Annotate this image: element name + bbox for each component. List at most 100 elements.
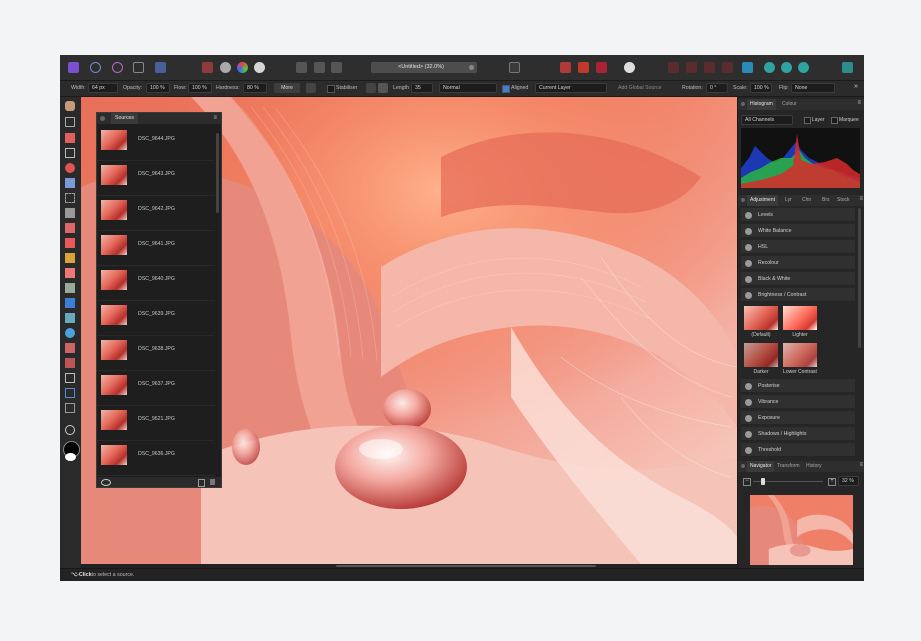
marquee-checkbox[interactable] bbox=[831, 117, 838, 124]
source-item[interactable]: DSC_9639.JPG bbox=[97, 301, 215, 336]
healing-brush-tool-icon[interactable] bbox=[65, 313, 75, 323]
hsl-icon[interactable] bbox=[254, 62, 265, 73]
marquee-tool-icon[interactable] bbox=[65, 193, 75, 203]
zoom-out-icon[interactable]: − bbox=[743, 478, 751, 486]
preset-lighter[interactable] bbox=[783, 306, 817, 330]
delete-source-icon[interactable] bbox=[210, 479, 215, 485]
selection-subtract-icon[interactable] bbox=[314, 62, 325, 73]
boolean-subtract-icon[interactable] bbox=[781, 62, 792, 73]
flood-select-tool-icon[interactable] bbox=[65, 178, 75, 188]
node-tool-icon[interactable] bbox=[65, 358, 75, 368]
adjustment-threshold[interactable]: Threshold bbox=[741, 443, 855, 457]
color-picker-tool-icon[interactable] bbox=[65, 133, 75, 143]
panel-close-icon[interactable] bbox=[741, 198, 745, 202]
sources-tab[interactable]: Sources bbox=[111, 113, 139, 124]
hardness-field[interactable]: 80 % bbox=[243, 83, 267, 93]
move-tool-icon[interactable] bbox=[65, 117, 75, 127]
add-global-source-button[interactable]: Add Global Source bbox=[618, 84, 662, 93]
arrange-backward-icon[interactable] bbox=[686, 62, 697, 73]
sources-scrollbar[interactable] bbox=[216, 133, 219, 213]
crop-tool-icon[interactable] bbox=[65, 148, 75, 158]
user-icon[interactable] bbox=[842, 62, 853, 73]
source-item[interactable]: DSC_9636.JPG bbox=[97, 441, 215, 476]
tab-histogram[interactable]: Histogram bbox=[747, 99, 776, 110]
adjustment-brightness-contrast[interactable]: Brightness / Contrast bbox=[741, 288, 855, 302]
width-field[interactable]: 64 px bbox=[88, 83, 118, 93]
preset-default[interactable] bbox=[744, 306, 778, 330]
develop-persona-icon[interactable] bbox=[112, 62, 123, 73]
window-mode-icon[interactable] bbox=[378, 83, 388, 93]
chat-icon[interactable] bbox=[624, 62, 635, 73]
smudge-tool-icon[interactable] bbox=[65, 283, 75, 293]
mesh-warp-tool-icon[interactable] bbox=[65, 403, 75, 413]
photo-persona-icon[interactable] bbox=[68, 62, 79, 73]
tab-chn[interactable]: Chn bbox=[802, 195, 811, 206]
source-layer-select[interactable]: Current Layer bbox=[535, 83, 607, 93]
source-item[interactable]: DSC_9638.JPG bbox=[97, 336, 215, 371]
view-tool-icon[interactable] bbox=[65, 101, 75, 111]
color-wheel-icon[interactable] bbox=[220, 62, 231, 73]
source-item[interactable]: DSC_9643.JPG bbox=[97, 161, 215, 196]
tab-brs[interactable]: Brs bbox=[822, 195, 830, 206]
mask-icon[interactable] bbox=[202, 62, 213, 73]
more-button[interactable]: More bbox=[274, 83, 300, 93]
source-item[interactable]: DSC_9644.JPG bbox=[97, 126, 215, 161]
adjustment-black-white[interactable]: Black & White bbox=[741, 272, 855, 286]
arrange-front-icon[interactable] bbox=[722, 62, 733, 73]
text-tool-icon[interactable] bbox=[65, 388, 75, 398]
scale-field[interactable]: 100 % bbox=[750, 83, 772, 93]
adjustment-posterise[interactable]: Posterise bbox=[741, 379, 855, 393]
source-item[interactable]: DSC_9637.JPG bbox=[97, 371, 215, 406]
rope-mode-icon[interactable] bbox=[366, 83, 376, 93]
document-title-field[interactable]: <Untitled> (32.0%) bbox=[371, 62, 477, 73]
paint-brush-tool-icon[interactable] bbox=[65, 223, 75, 233]
rgb-icon[interactable] bbox=[237, 62, 248, 73]
tab-adjustment[interactable]: Adjustment bbox=[747, 195, 779, 206]
tab-transform[interactable]: Transform bbox=[777, 461, 800, 472]
selection-mode-icon[interactable] bbox=[296, 62, 307, 73]
zoom-in-icon[interactable]: + bbox=[828, 478, 836, 486]
add-source-icon[interactable] bbox=[198, 479, 205, 487]
tab-navigator[interactable]: Navigator bbox=[747, 461, 775, 472]
opacity-field[interactable]: 100 % bbox=[146, 83, 170, 93]
eye-icon[interactable] bbox=[101, 479, 111, 486]
adjustment-levels[interactable]: Levels bbox=[741, 208, 855, 222]
panel-close-icon[interactable] bbox=[741, 102, 745, 106]
aligned-checkbox[interactable] bbox=[502, 85, 510, 93]
flow-field[interactable]: 100 % bbox=[188, 83, 212, 93]
adjustment-shadows-highlights[interactable]: Shadows / Highlights bbox=[741, 427, 855, 441]
stabiliser-checkbox[interactable] bbox=[327, 85, 335, 93]
close-icon[interactable] bbox=[469, 65, 474, 70]
source-item[interactable]: DSC_9641.JPG bbox=[97, 231, 215, 266]
blend-mode-select[interactable]: Normal bbox=[439, 83, 497, 93]
source-item[interactable]: DSC_9640.JPG bbox=[97, 266, 215, 301]
zoom-slider-thumb[interactable] bbox=[761, 478, 765, 485]
source-item[interactable]: DSC_9642.JPG bbox=[97, 196, 215, 231]
panel-menu-icon[interactable]: ≡ bbox=[213, 115, 217, 121]
erase-brush-tool-icon[interactable] bbox=[65, 238, 75, 248]
align-icon[interactable] bbox=[742, 62, 753, 73]
tab-history[interactable]: History bbox=[806, 461, 822, 472]
tab-stock[interactable]: Stock bbox=[837, 195, 850, 206]
liquify-persona-icon[interactable] bbox=[90, 62, 101, 73]
channel-select[interactable]: All Channels bbox=[741, 115, 793, 125]
rotation-field[interactable]: 0 ° bbox=[706, 83, 728, 93]
secondary-color-swatch[interactable] bbox=[65, 453, 76, 461]
adjustment-vibrance[interactable]: Vibrance bbox=[741, 395, 855, 409]
adjustment-hsl[interactable]: HSL bbox=[741, 240, 855, 254]
panel-menu-icon[interactable]: ≡ bbox=[859, 462, 863, 468]
red-eye-tool-icon[interactable] bbox=[65, 328, 75, 338]
zoom-field[interactable]: 32 % bbox=[838, 476, 859, 486]
source-item[interactable]: DSC_9621.JPG bbox=[97, 406, 215, 441]
panel-menu-icon[interactable]: ≡ bbox=[859, 196, 863, 202]
rectangle-tool-icon[interactable] bbox=[65, 373, 75, 383]
brush-settings-icon[interactable] bbox=[306, 83, 316, 93]
quick-mask-icon[interactable] bbox=[509, 62, 520, 73]
adjustment-exposure[interactable]: Exposure bbox=[741, 411, 855, 425]
boolean-add-icon[interactable] bbox=[764, 62, 775, 73]
horizontal-scroll-thumb[interactable] bbox=[336, 565, 596, 567]
panel-menu-icon[interactable]: ≡ bbox=[857, 100, 861, 106]
arrange-forward-icon[interactable] bbox=[704, 62, 715, 73]
tab-lyr[interactable]: Lyr bbox=[785, 195, 792, 206]
close-panel-icon[interactable] bbox=[100, 116, 105, 121]
